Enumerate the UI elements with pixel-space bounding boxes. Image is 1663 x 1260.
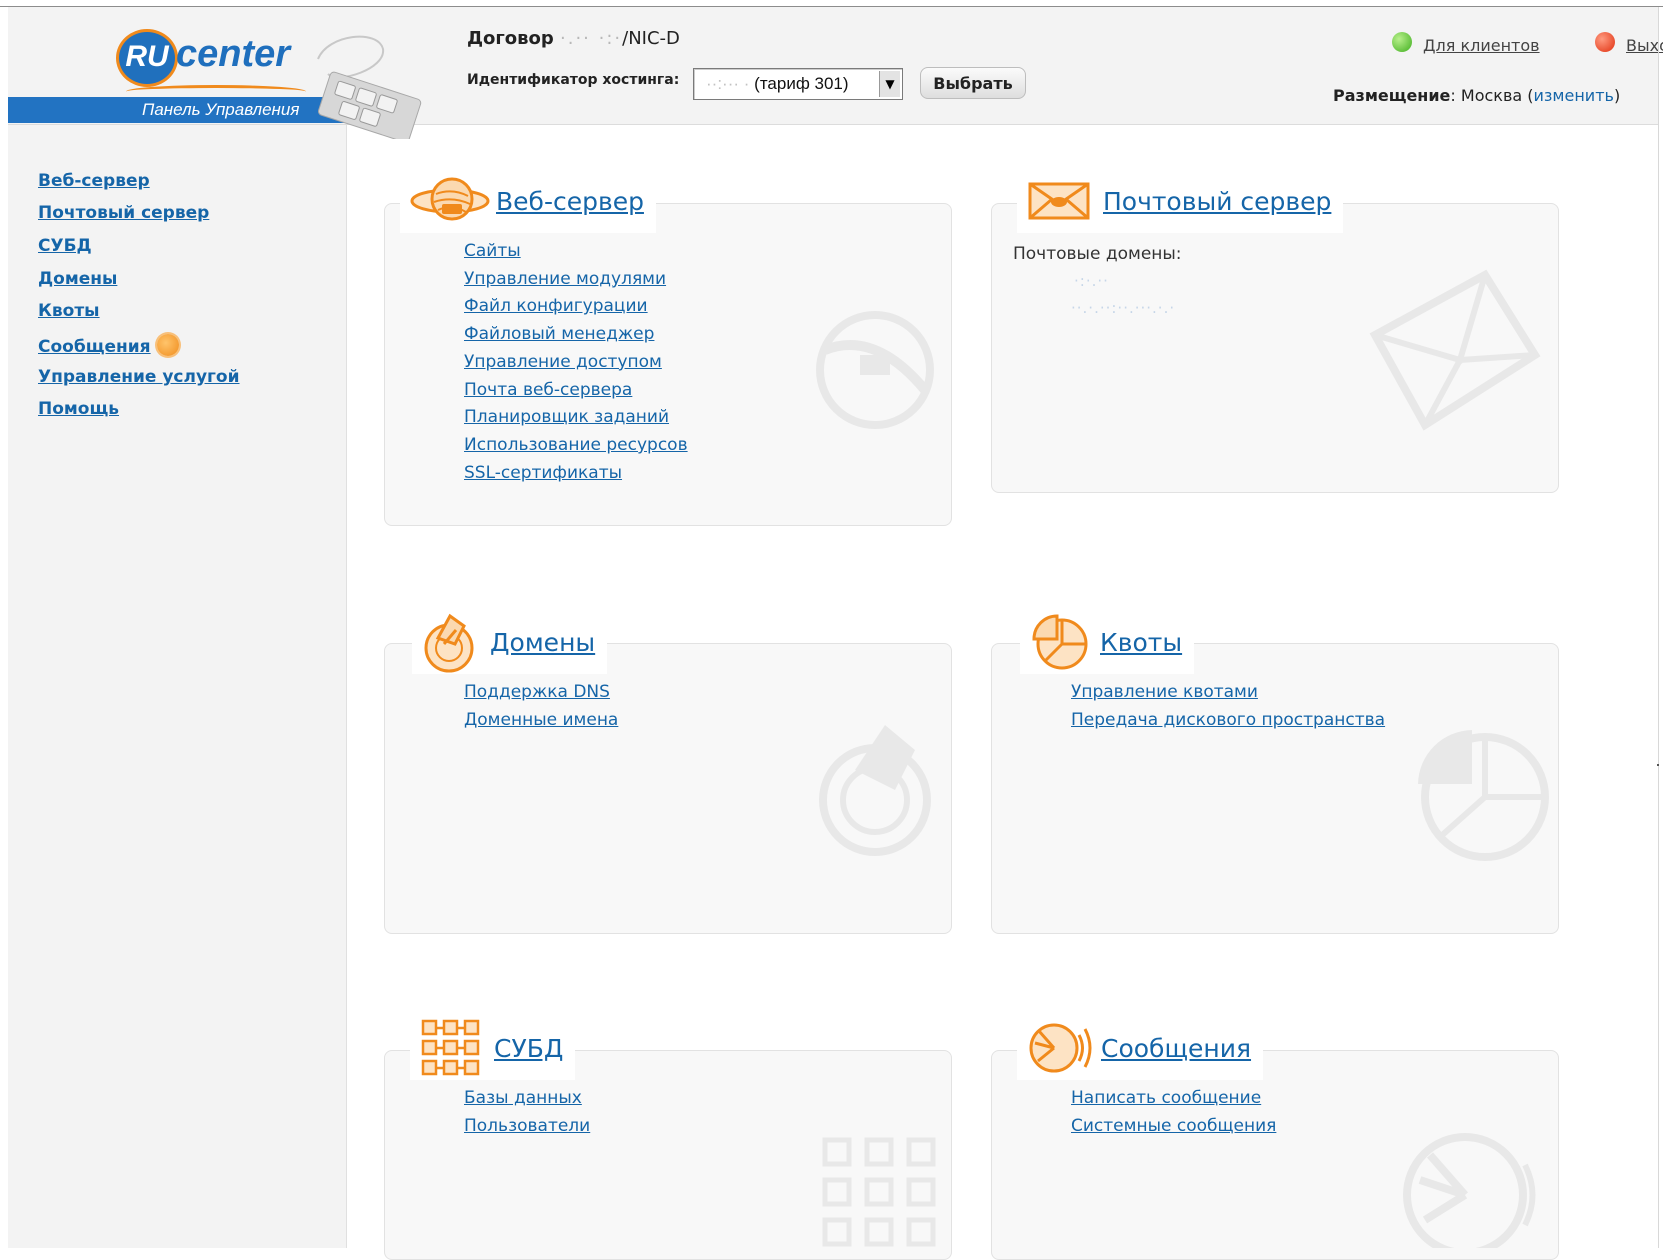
database-grid-icon[interactable] (420, 1018, 482, 1078)
hosting-id-select[interactable]: ··:··· · (тариф 301) ▼ (693, 68, 903, 100)
logo[interactable]: RU center Панель Управления (8, 7, 446, 139)
sidebar-item-service-management[interactable]: Управление услугой (38, 367, 240, 387)
mail-server-title[interactable]: Почтовый сервер (1103, 187, 1331, 216)
logo-center-text: center (176, 33, 291, 75)
sidebar-item-messages-label[interactable]: Сообщения (38, 337, 151, 357)
sidebar-item-web-server[interactable]: Веб-сервер (38, 171, 150, 191)
quotas-panel-header: Квоты (1020, 610, 1195, 674)
sidebar-item-help[interactable]: Помощь (38, 399, 119, 419)
link-sites[interactable]: Сайты (464, 238, 688, 266)
sidebar-item-messages[interactable]: Сообщения (38, 334, 179, 357)
pie-chart-icon[interactable] (1030, 612, 1090, 672)
green-dot-icon (1392, 32, 1412, 52)
sidebar-item-dbms[interactable]: СУБД (38, 236, 92, 256)
mail-server-panel-header: Почтовый сервер (1017, 169, 1344, 233)
window-edge (1658, 7, 1659, 1248)
dropdown-arrow-icon[interactable]: ▼ (879, 71, 900, 97)
select-button[interactable]: Выбрать (920, 67, 1026, 99)
messages-watermark-icon (1403, 1133, 1536, 1248)
link-task-scheduler[interactable]: Планировщик заданий (464, 404, 688, 432)
link-system-messages[interactable]: Системные сообщения (1071, 1113, 1276, 1141)
sidebar-item-mail-server[interactable]: Почтовый сервер (38, 203, 209, 223)
web-server-title[interactable]: Веб-сервер (496, 187, 644, 216)
link-dns-support[interactable]: Поддержка DNS (464, 679, 618, 707)
web-server-icon[interactable] (410, 174, 490, 228)
hosting-id-value: ··:··· · (тариф 301) (706, 74, 849, 94)
placement-change-link[interactable]: изменить (1534, 86, 1614, 105)
link-db-users[interactable]: Пользователи (464, 1113, 590, 1141)
mail-domain-item[interactable]: ··.·.··:··.···.·.· (1071, 299, 1175, 317)
link-domain-names[interactable]: Доменные имена (464, 707, 618, 735)
dbms-panel-header: СУБД (410, 1016, 576, 1080)
contract-value-hidden: ·.·· ·:· (560, 28, 623, 49)
link-ssl-certificates[interactable]: SSL-сертификаты (464, 460, 688, 488)
placement-value: Москва (1460, 86, 1523, 105)
link-write-message[interactable]: Написать сообщение (1071, 1085, 1276, 1113)
for-clients-link[interactable]: Для клиентов (1423, 36, 1540, 55)
quotas-watermark-icon (1418, 730, 1549, 861)
sidebar (8, 125, 347, 1248)
sidebar-item-quotas[interactable]: Квоты (38, 301, 100, 321)
link-module-management[interactable]: Управление модулями (464, 266, 688, 294)
placement-info: Размещение: Москва (изменить) (1333, 86, 1621, 105)
logo-ru-mark: RU (116, 29, 178, 87)
link-file-manager[interactable]: Файловый менеджер (464, 321, 688, 349)
placement-label: Размещение (1333, 86, 1451, 105)
dbms-links: Базы данных Пользователи (464, 1085, 590, 1140)
hosting-id-hidden: ··:··· · (706, 74, 750, 93)
web-server-watermark-icon (816, 311, 934, 429)
link-disk-space-transfer[interactable]: Передача дискового пространства (1071, 707, 1385, 735)
mail-server-watermark-icon (1369, 269, 1541, 431)
keyboard-icon (317, 35, 422, 139)
link-access-control[interactable]: Управление доступом (464, 349, 688, 377)
scroll-marker (1657, 764, 1659, 766)
quotas-links: Управление квотами Передача дискового пр… (1071, 679, 1385, 734)
domains-title[interactable]: Домены (490, 628, 595, 657)
messages-panel-header: Сообщения (1017, 1016, 1264, 1080)
link-databases[interactable]: Базы данных (464, 1085, 590, 1113)
hosting-id-tariff: (тариф 301) (754, 74, 849, 93)
mail-domains-label: Почтовые домены: (1013, 244, 1182, 264)
contract-label: Договор (467, 28, 554, 49)
contract-value-suffix: /NIC-D (622, 28, 680, 49)
domains-links: Поддержка DNS Доменные имена (464, 679, 618, 734)
web-server-panel-header: Веб-сервер (400, 169, 656, 233)
domains-watermark-icon (819, 725, 931, 856)
sidebar-item-domains[interactable]: Домены (38, 269, 117, 289)
messages-icon[interactable] (1027, 1019, 1093, 1077)
red-dot-icon (1595, 32, 1615, 52)
link-config-file[interactable]: Файл конфигурации (464, 293, 688, 321)
messages-links: Написать сообщение Системные сообщения (1071, 1085, 1276, 1140)
link-resource-usage[interactable]: Использование ресурсов (464, 432, 688, 460)
link-quota-management[interactable]: Управление квотами (1071, 679, 1385, 707)
link-web-server-mail[interactable]: Почта веб-сервера (464, 377, 688, 405)
web-server-links: Сайты Управление модулями Файл конфигура… (464, 238, 688, 487)
envelope-icon[interactable] (1027, 178, 1091, 224)
domains-panel-header: Домены (412, 610, 608, 674)
dbms-title[interactable]: СУБД (494, 1034, 563, 1063)
contract-value: ·.·· ·:·/NIC-D (560, 28, 680, 49)
quotas-title[interactable]: Квоты (1100, 628, 1182, 657)
logo-subtitle: Панель Управления (142, 100, 300, 119)
mail-domain-item[interactable]: ·:·.·· (1074, 272, 1109, 290)
dbms-watermark-icon (822, 1137, 936, 1247)
notification-badge-icon (156, 334, 179, 356)
domain-icon[interactable] (422, 610, 478, 674)
hosting-id-label: Идентификатор хостинга: (467, 72, 680, 88)
messages-title[interactable]: Сообщения (1101, 1034, 1251, 1063)
